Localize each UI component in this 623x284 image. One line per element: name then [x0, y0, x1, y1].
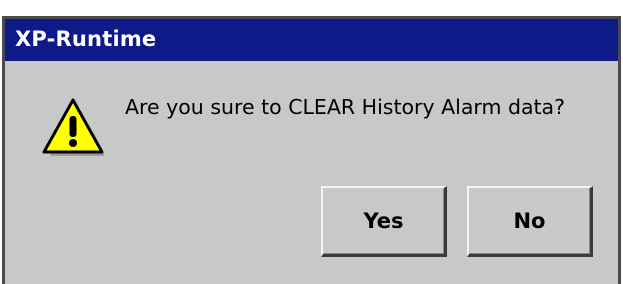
yes-button-label: Yes	[363, 209, 404, 233]
no-button[interactable]: No	[467, 186, 593, 257]
warning-icon	[42, 98, 104, 156]
dialog-message: Are you sure to CLEAR History Alarm data…	[125, 95, 565, 119]
no-button-label: No	[513, 209, 546, 233]
dialog-title: XP-Runtime	[15, 27, 157, 51]
title-bar[interactable]: XP-Runtime	[5, 19, 618, 61]
yes-button[interactable]: Yes	[321, 186, 447, 257]
confirm-dialog: XP-Runtime Are you sure to CLEAR History…	[2, 16, 621, 284]
